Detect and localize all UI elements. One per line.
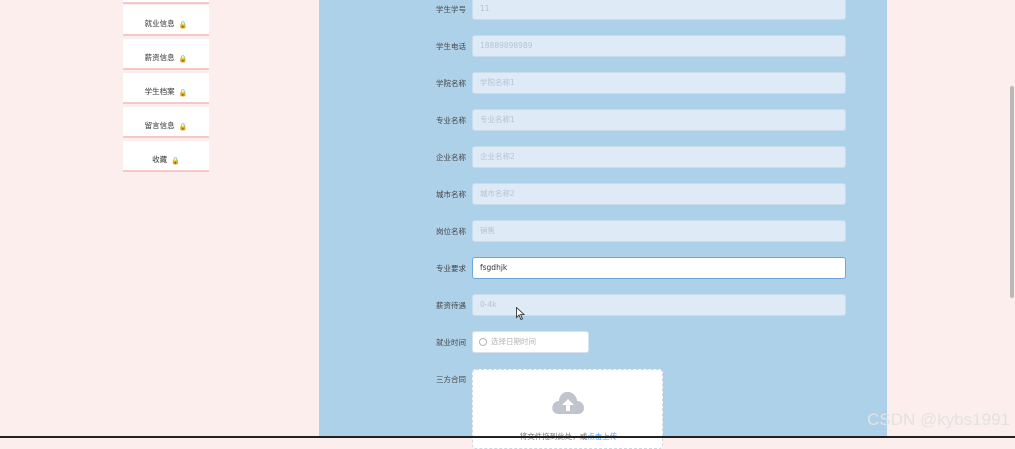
lock-icon: 🔒 (178, 123, 188, 131)
student-id-field[interactable]: 11 (472, 0, 846, 20)
major-requirement-label: 专业要求 (436, 264, 466, 273)
contract-label: 三方合同 (436, 375, 466, 384)
form-panel: 学生学号 11 学生电话 18889898989 学院名称 学院名称1 专业名称… (319, 0, 887, 449)
clock-icon (479, 338, 487, 346)
lock-icon: 🔒 (178, 55, 188, 63)
sidebar-item-label: 就业信息 (144, 19, 175, 28)
sidebar-item-favorites[interactable]: 收藏 🔒 (123, 141, 209, 172)
major-requirement-input[interactable]: fsgdhjk (472, 257, 846, 279)
city-name-label: 城市名称 (436, 190, 466, 199)
sidebar-item[interactable] (123, 0, 209, 4)
student-phone-field[interactable]: 18889898989 (472, 35, 846, 57)
sidebar-item-label: 薪资信息 (144, 53, 175, 62)
sidebar-item-student-archive[interactable]: 学生档案 🔒 (123, 73, 209, 104)
employment-time-picker[interactable]: 选择日期时间 (472, 331, 589, 353)
sidebar-item-label: 学生档案 (144, 87, 175, 96)
employment-time-label: 就业时间 (436, 338, 466, 347)
scrollbar-thumb[interactable] (1010, 86, 1014, 298)
student-id-label: 学生学号 (436, 5, 466, 14)
salary-field[interactable]: 0-4k (472, 294, 846, 316)
lock-icon: 🔒 (171, 157, 180, 165)
salary-label: 薪资待遇 (436, 301, 466, 310)
lock-icon: 🔒 (178, 89, 188, 97)
lock-icon: 🔒 (178, 21, 188, 29)
student-phone-label: 学生电话 (436, 42, 466, 51)
company-name-field[interactable]: 企业名称2 (472, 146, 846, 168)
page-scrollbar[interactable] (1009, 0, 1015, 438)
company-name-label: 企业名称 (436, 153, 466, 162)
sidebar-item-label: 收藏 (152, 155, 168, 164)
sidebar-item-message-info[interactable]: 留言信息 🔒 (123, 107, 209, 138)
sidebar-item-label: 留言信息 (144, 121, 175, 130)
employment-time-placeholder: 选择日期时间 (491, 337, 536, 346)
position-name-field[interactable]: 销售 (472, 220, 846, 242)
sidebar-item-salary-info[interactable]: 薪资信息 🔒 (123, 39, 209, 70)
position-name-label: 岗位名称 (436, 227, 466, 236)
major-name-label: 专业名称 (436, 116, 466, 125)
major-name-field[interactable]: 专业名称1 (472, 109, 846, 131)
sidebar-item-employment-info[interactable]: 就业信息 🔒 (123, 5, 209, 36)
mouse-cursor-icon (516, 305, 526, 324)
college-name-field[interactable]: 学院名称1 (472, 72, 846, 94)
city-name-field[interactable]: 城市名称2 (472, 183, 846, 205)
upload-cloud-icon (551, 390, 585, 420)
college-name-label: 学院名称 (436, 79, 466, 88)
watermark: CSDN @kybs1991 (867, 410, 1010, 429)
